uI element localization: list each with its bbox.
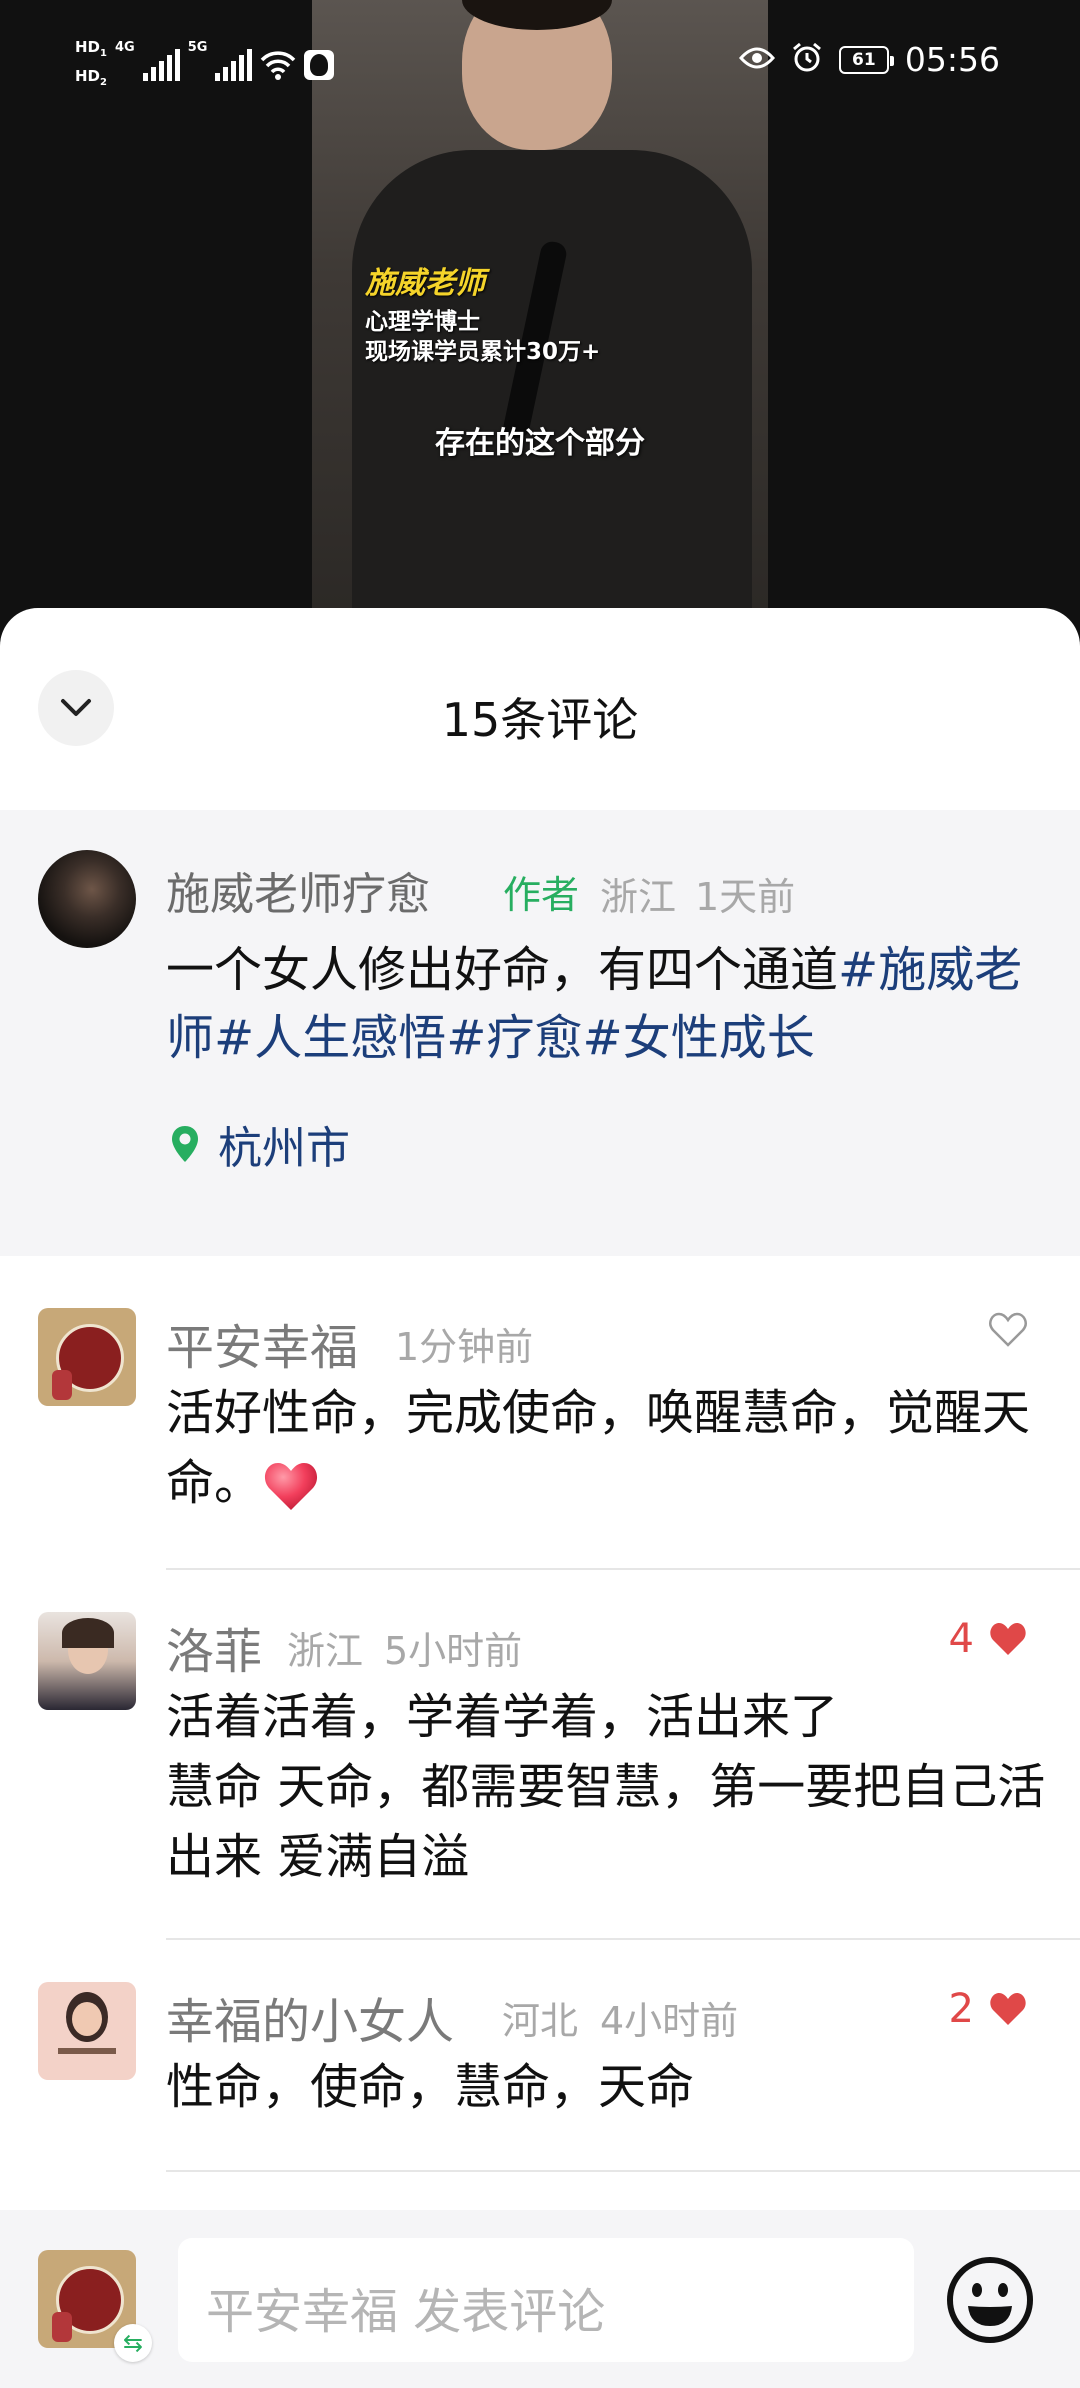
comment-line: 慧命 天命，都需要智慧，第一要把自己活出来 爱满自溢 <box>166 1759 1046 1885</box>
comment-input[interactable]: 平安幸福 发表评论 <box>178 2238 914 2362</box>
commenter-name[interactable]: 洛菲 <box>166 1612 262 1682</box>
alarm-icon <box>791 42 823 78</box>
comment-text: 活好性命，完成使命，唤醒慧命，觉醒天命。 <box>166 1378 1046 1518</box>
comment-time: 1分钟前 <box>395 1325 534 1369</box>
commenter-avatar[interactable] <box>38 1308 136 1406</box>
comment-region: 浙江 <box>287 1629 364 1673</box>
wifi-icon <box>260 50 296 80</box>
comment-region: 河北 <box>502 1999 579 2043</box>
heart-emoji-icon <box>264 1463 318 1510</box>
comment-divider <box>166 1938 1080 1940</box>
qq-icon <box>304 50 335 80</box>
author-post-time: 1天前 <box>695 875 796 919</box>
comment-input-placeholder: 平安幸福 发表评论 <box>206 2284 606 2340</box>
hashtag-link[interactable]: #人生感悟 <box>214 1010 446 1066</box>
battery-level: 61 <box>852 49 876 70</box>
battery-icon: 61 <box>838 45 894 74</box>
comment-input-bar: 平安幸福 发表评论 <box>0 2210 1080 2388</box>
video-caption-name: 施威老师 <box>365 266 485 301</box>
heart-filled-icon <box>990 1623 1026 1655</box>
hd2-label: HD <box>75 67 101 85</box>
author-name[interactable]: 施威老师疗愈 <box>166 858 430 922</box>
location-label: 杭州市 <box>218 1123 350 1174</box>
heart-filled-icon <box>990 1993 1026 2025</box>
hd1-label: HD <box>75 38 101 56</box>
comment-time: 4小时前 <box>600 1999 739 2043</box>
clock-time: 05:56 <box>904 40 1000 79</box>
post-body: 一个女人修出好命，有四个通道 <box>166 942 839 998</box>
comment-sheet: 15条评论 施威老师疗愈 作者 浙江 1天前 一个女人修出好命，有四个通道#施威… <box>0 608 1080 2388</box>
video-caption-line1: 心理学博士 <box>365 309 480 335</box>
like-count: 2 <box>948 1986 974 2032</box>
status-left: HD1 HD2 4G 5G <box>75 36 335 94</box>
like-button[interactable]: 4 <box>949 1616 1028 1662</box>
comment-count-title: 15条评论 <box>441 693 639 747</box>
commenter-name[interactable]: 平安幸福 <box>166 1308 358 1378</box>
status-bar: HD1 HD2 4G 5G 61 05:56 <box>0 0 1080 120</box>
comment-divider <box>166 1568 1080 1570</box>
hd1-sub: 1 <box>100 48 107 59</box>
like-button[interactable] <box>988 1312 1028 1348</box>
hashtag-link[interactable]: #疗愈 <box>446 1010 582 1066</box>
commenter-avatar[interactable] <box>38 1612 136 1710</box>
sheet-header: 15条评论 <box>0 608 1080 810</box>
commenter-name[interactable]: 幸福的小女人 <box>166 1982 454 2052</box>
heart-outline-icon <box>989 1312 1027 1347</box>
emoji-icon[interactable] <box>944 2254 1036 2346</box>
comment-text: 活着活着，学着学着，活出来了 慧命 天命，都需要智慧，第一要把自己活出来 爱满自… <box>166 1682 1046 1892</box>
hd2-sub: 2 <box>100 77 107 88</box>
author-region: 浙江 <box>600 875 677 919</box>
video-caption-line2: 现场课学员累计30万+ <box>365 339 601 365</box>
signal-icon-1 <box>142 49 180 81</box>
video-subtitle: 存在的这个部分 <box>435 426 645 461</box>
author-post: 施威老师疗愈 作者 浙江 1天前 一个女人修出好命，有四个通道#施威老师#人生感… <box>0 810 1080 1256</box>
signal-icon-2 <box>215 49 253 81</box>
hashtag-link[interactable]: #女性成长 <box>582 1010 814 1066</box>
author-badge: 作者 <box>503 873 580 917</box>
eye-icon <box>738 46 775 74</box>
like-count: 4 <box>948 1616 974 1662</box>
network-5g-label: 5G <box>187 40 208 55</box>
like-button[interactable]: 2 <box>949 1986 1028 2032</box>
post-text: 一个女人修出好命，有四个通道#施威老师#人生感悟#疗愈#女性成长 <box>166 936 1046 1072</box>
network-4g-label: 4G <box>114 40 135 55</box>
status-right: 61 05:56 <box>738 40 1000 79</box>
hd-indicator: HD1 HD2 <box>75 36 107 94</box>
location-link[interactable]: 杭州市 <box>170 1112 350 1176</box>
comment-time: 5小时前 <box>384 1629 523 1673</box>
location-pin-icon <box>172 1126 198 1162</box>
author-avatar[interactable] <box>38 850 136 948</box>
comment-line: 活着活着，学着学着，活出来了 <box>166 1689 839 1745</box>
video-person-body <box>352 150 752 610</box>
comment-text: 性命，使命，慧命，天命 <box>166 2059 695 2115</box>
comment-divider <box>166 2170 1080 2172</box>
switch-account-icon[interactable]: ⇆ <box>114 2324 152 2362</box>
commenter-avatar[interactable] <box>38 1982 136 2080</box>
